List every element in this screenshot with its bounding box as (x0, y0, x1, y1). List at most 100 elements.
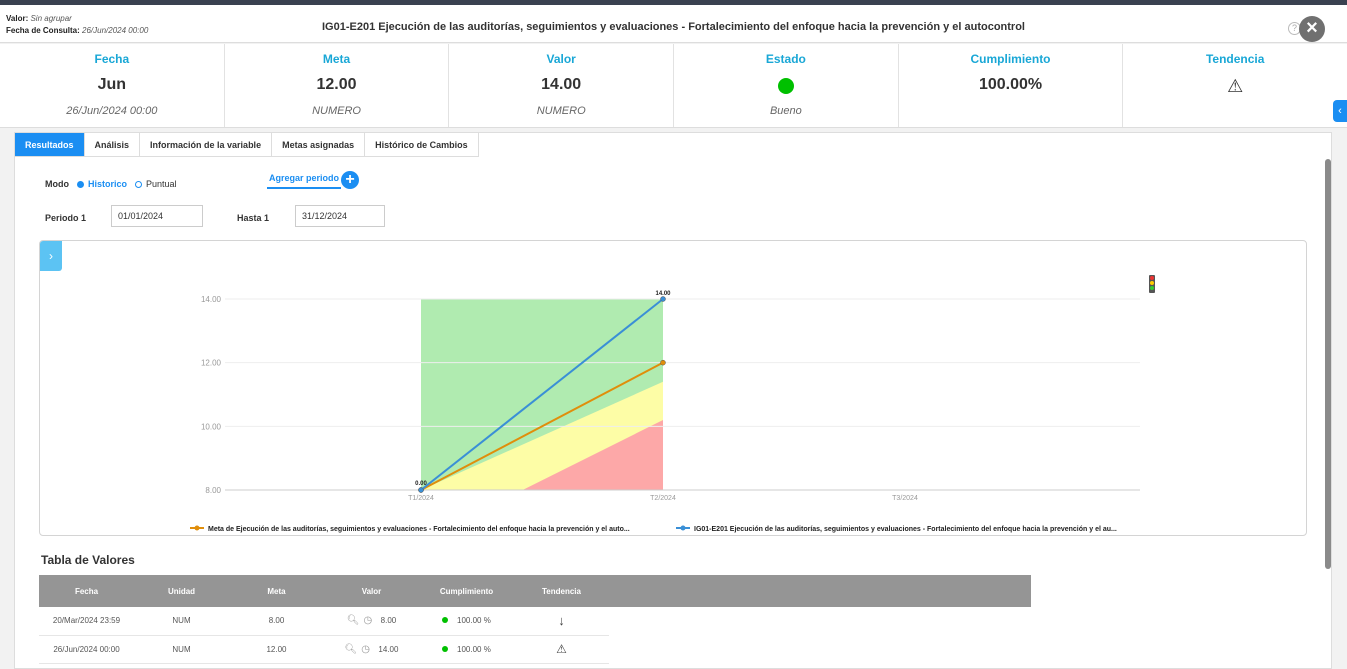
period-end-input[interactable]: 31/12/2024 (295, 205, 385, 227)
cell-fecha: 26/Jun/2024 00:00 (39, 635, 134, 664)
tab-informacion-variable[interactable]: Información de la variable (140, 133, 273, 157)
summary-cumplimiento-head: Cumplimiento (970, 52, 1051, 66)
summary-meta-main: 12.00 (316, 76, 357, 93)
data-point (418, 487, 424, 493)
status-dot (442, 645, 449, 652)
summary-estado-sub: Bueno (769, 105, 802, 117)
col-fecha: Fecha (39, 575, 134, 607)
col-meta: Meta (229, 575, 324, 607)
radio-puntual[interactable] (135, 180, 143, 188)
legend-label: Meta de Ejecución de las auditorías, seg… (208, 526, 630, 533)
period-start-input[interactable]: 01/01/2024 (111, 205, 203, 227)
period-label: Periodo 1 (45, 213, 87, 223)
summary-fecha-head: Fecha (94, 52, 130, 66)
cell-unidad: NUM (134, 607, 229, 636)
y-tick-label: 8.00 (205, 486, 221, 495)
tab-historico-cambios[interactable]: Histórico de Cambios (365, 133, 479, 157)
values-table: Fecha Unidad Meta Valor Cumplimiento Ten… (39, 575, 1031, 664)
until-label: Hasta 1 (237, 213, 270, 223)
close-icon[interactable]: × (1299, 16, 1325, 42)
legend-label: IG01-E201 Ejecución de las auditorías, s… (694, 526, 1117, 533)
clock-icon[interactable]: ◷ (363, 615, 376, 626)
cell-valor-text: 14.00 (378, 644, 399, 654)
table-title: Tabla de Valores (41, 553, 135, 567)
add-period-button[interactable]: + (341, 171, 359, 189)
legend-marker (194, 525, 200, 531)
arrow-down-icon: ↓ (514, 607, 609, 636)
data-point (660, 296, 666, 302)
dialog-header: Valor: Sin agrupar Fecha de Consulta: 26… (0, 5, 1347, 43)
tab-analisis[interactable]: Análisis (84, 133, 141, 157)
cell-fecha: 20/Mar/2024 23:59 (39, 607, 134, 636)
cell-cumplimiento: 100.00 % (419, 607, 514, 636)
y-tick-label: 14.00 (201, 295, 222, 304)
tab-metas-asignadas[interactable]: Metas asignadas (272, 133, 366, 157)
row-spacer (609, 607, 1031, 635)
clock-icon[interactable]: ◷ (361, 644, 374, 655)
summary-valor-head: Valor (546, 52, 576, 66)
col-unidad: Unidad (134, 575, 229, 607)
x-tick-label: T1/2024 (408, 495, 434, 502)
cell-valor-text: 8.00 (380, 616, 397, 626)
summary-meta: Meta 12.00 NUMERO (225, 44, 450, 127)
summary-estado-head: Estado (765, 52, 806, 66)
radio-historico-label[interactable]: Historico (88, 179, 127, 189)
cell-valor: 🔍︎◷ 14.00 (324, 635, 419, 664)
summary-meta-sub: NUMERO (312, 105, 361, 117)
table-row: 26/Jun/2024 00:00 NUM 12.00 🔍︎◷ 14.00 10… (39, 635, 1031, 664)
status-dot (777, 78, 794, 94)
traffic-light-icon[interactable] (1149, 275, 1155, 293)
warning-triangle-icon: ⚠ (1227, 76, 1244, 96)
y-tick-label: 12.00 (201, 359, 222, 368)
period-row: Periodo 1 01/01/2024 Hasta 1 31/12/2024 (45, 205, 445, 231)
warning-triangle-icon: ⚠ (514, 635, 609, 664)
summary-valor-sub: NUMERO (536, 105, 586, 117)
summary-valor-main: 14.00 (541, 76, 582, 93)
radio-puntual-label[interactable]: Puntual (146, 179, 177, 189)
table-row: 20/Mar/2024 23:59 NUM 8.00 🔍︎◷ 8.00 100.… (39, 607, 1031, 636)
dialog-title: IG01-E201 Ejecución de las auditorías, s… (322, 21, 1025, 33)
status-dot (442, 617, 449, 624)
summary-meta-head: Meta (322, 52, 351, 66)
table-header-row: Fecha Unidad Meta Valor Cumplimiento Ten… (39, 575, 1031, 607)
summary-cumplimiento-main: 100.00% (978, 76, 1043, 93)
vertical-scrollbar[interactable] (1325, 159, 1331, 569)
summary-cumplimiento: Cumplimiento 100.00% (899, 44, 1124, 127)
legend-marker (680, 525, 686, 531)
mode-label: Modo (45, 179, 69, 189)
chart-container: › 8.00 10.00 12.00 14.00 T1/2024 T2/2024 T3/20… (39, 240, 1307, 536)
col-spacer (609, 575, 1031, 607)
data-label: 14.00 (655, 291, 671, 297)
tab-resultados[interactable]: Resultados (15, 133, 85, 157)
cell-valor: 🔍︎◷ 8.00 (324, 607, 419, 636)
summary-tendencia-head: Tendencia (1205, 52, 1265, 66)
summary-tendencia: Tendencia ⚠ (1123, 44, 1347, 127)
summary-fecha-main: Jun (97, 76, 127, 93)
chart-expand-toggle[interactable]: › (40, 241, 62, 271)
col-valor: Valor (324, 575, 419, 607)
search-icon[interactable]: 🔍︎ (347, 615, 364, 626)
summary-fecha-sub: 26/Jun/2024 00:00 (66, 105, 158, 117)
line-chart: 8.00 10.00 12.00 14.00 T1/2024 T2/2024 T3/2024… (190, 291, 1140, 533)
summary-bar: Fecha Jun 26/Jun/2024 00:00 Meta 12.00 N… (0, 44, 1347, 128)
side-panel-toggle[interactable]: ‹ (1333, 100, 1347, 122)
results-panel: Resultados Análisis Información de la va… (14, 132, 1332, 669)
summary-fecha: Fecha Jun 26/Jun/2024 00:00 (0, 44, 225, 127)
x-tick-label: T2/2024 (650, 495, 676, 502)
add-period-link[interactable]: Agregar periodo (267, 173, 342, 189)
radio-historico[interactable] (77, 180, 84, 188)
col-tendencia: Tendencia (514, 575, 609, 607)
search-icon[interactable]: 🔍︎ (345, 644, 362, 655)
mode-selector: Modo Historico Puntual (45, 179, 185, 189)
summary-valor: Valor 14.00 NUMERO (449, 44, 675, 127)
cell-cumplimiento-text: 100.00 % (457, 644, 491, 654)
y-tick-label: 10.00 (201, 422, 222, 431)
cell-unidad: NUM (134, 635, 229, 664)
data-point (660, 359, 666, 366)
data-label: 0.00 (415, 481, 427, 487)
row-spacer (609, 635, 1031, 663)
cell-meta: 12.00 (229, 635, 324, 664)
col-cumplimiento: Cumplimiento (419, 575, 514, 607)
x-tick-label: T3/2024 (892, 495, 918, 502)
summary-estado: Estado Bueno (674, 44, 899, 127)
